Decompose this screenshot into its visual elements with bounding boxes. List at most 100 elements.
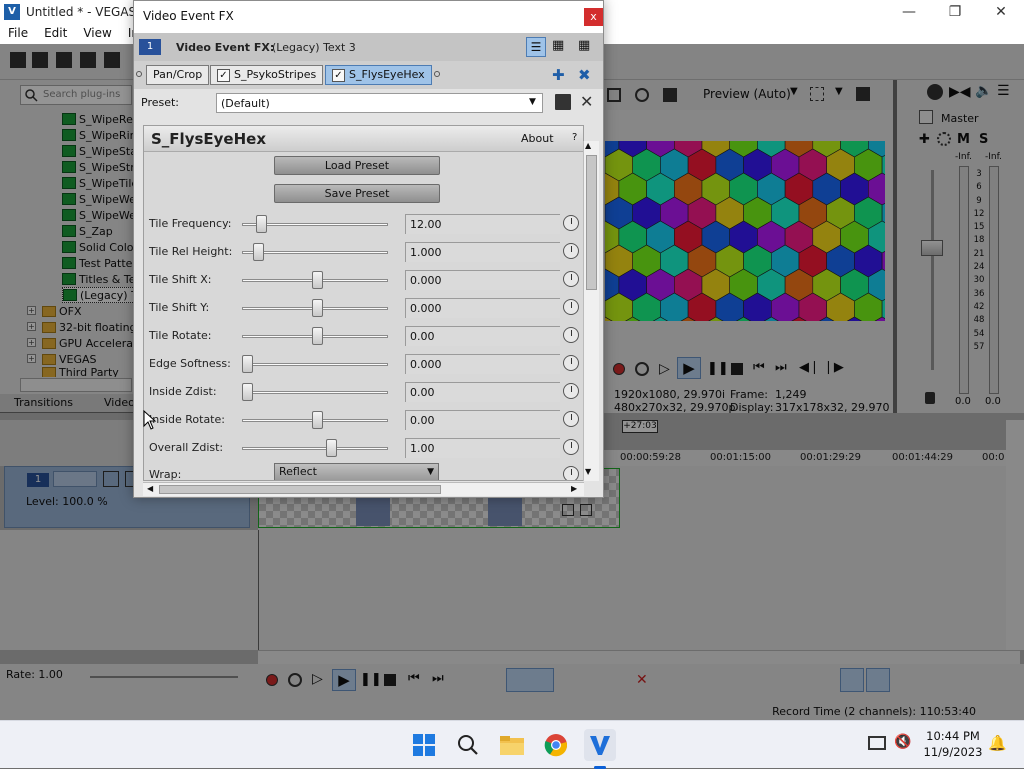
param-label: Tile Shift X: [149,273,212,286]
param-label: Tile Rel Height: [149,245,233,258]
inside-zdist-slider-thumb[interactable] [242,383,253,401]
inside-zdist-slider-track[interactable] [242,391,388,394]
param-row: Tile Shift X: 0.000 [144,266,583,294]
window-title: Untitled * - VEGAS P [26,5,148,19]
keyframe-clock-icon[interactable] [563,327,579,343]
maximize-button[interactable]: ❐ [932,0,978,24]
keyframe-clock-icon[interactable] [563,243,579,259]
close-button[interactable]: x [584,8,603,26]
param-row: Edge Softness: 0.000 [144,350,583,378]
volume-muted-icon[interactable]: 🔇 [894,734,911,750]
display-icon[interactable] [868,736,886,750]
close-window-button[interactable]: ✕ [978,0,1024,24]
keyframe-clock-icon[interactable] [563,355,579,371]
remove-plugin-icon[interactable]: ✖ [578,66,591,84]
chain-chip-pan-crop[interactable]: Pan/Crop [146,65,210,85]
edge-softness-slider-thumb[interactable] [242,355,253,373]
menu-file[interactable]: File [0,24,36,40]
keyframe-clock-icon[interactable] [563,299,579,315]
tile-frequency-slider-thumb[interactable] [256,215,267,233]
keyframe-clock-icon[interactable] [563,411,579,427]
scroll-up-icon[interactable]: ▲ [585,141,591,150]
param-row: Inside Zdist: 0.00 [144,378,583,406]
tile-frequency-value-field[interactable]: 12.00 [405,214,560,234]
tile-rel-height-slider-thumb[interactable] [253,243,265,261]
keyframe-clock-icon[interactable] [563,271,579,287]
inside-zdist-value-field[interactable]: 0.00 [405,382,560,402]
mouse-cursor-icon [143,410,157,430]
preset-dropdown[interactable]: (Default) ▼ [216,93,543,113]
overall-zdist-slider-track[interactable] [242,447,388,450]
wrap-label: Wrap: [149,468,182,481]
load-preset-button[interactable]: Load Preset [274,156,440,175]
param-row: Tile Rotate: 0.00 [144,322,583,350]
param-label: Inside Zdist: [149,385,217,398]
fx-header-value: (Legacy) Text 3 [272,41,356,54]
notification-bell-icon[interactable]: 🔔 [988,734,1007,752]
menu-edit[interactable]: Edit [36,24,75,40]
list-view-icon[interactable]: ☰ [526,37,546,57]
about-link[interactable]: About [521,132,554,145]
scroll-right-icon[interactable]: ▶ [571,484,577,493]
param-row: Tile Rel Height: 1.000 [144,238,583,266]
chain-chip-flyseyehex[interactable]: ✓ S_FlysEyeHex [325,65,432,85]
file-explorer-icon[interactable] [496,729,528,761]
minimize-button[interactable]: — [886,0,932,24]
start-icon[interactable] [408,729,440,761]
scrollbar-thumb[interactable] [586,155,597,290]
save-preset-icon[interactable] [555,94,571,110]
param-row: Inside Rotate: 0.00 [144,406,583,434]
plugin-name: S_FlysEyeHex [151,130,266,148]
edge-softness-value-field[interactable]: 0.000 [405,354,560,374]
dialog-title-bar[interactable]: Video Event FX x [134,1,603,33]
delete-preset-icon[interactable]: ✕ [580,92,593,111]
dialog-title: Video Event FX [143,9,234,23]
tile-shift-x-value-field[interactable]: 0.000 [405,270,560,290]
inside-rotate-value-field[interactable]: 0.00 [405,410,560,430]
param-row: Overall Zdist: 1.00 [144,434,583,462]
tile-shift-y-slider-thumb[interactable] [312,299,323,317]
tile-view-icon[interactable]: ▦ [578,38,590,53]
overall-zdist-slider-thumb[interactable] [326,439,337,457]
enable-checkbox[interactable]: ✓ [332,68,345,82]
clock-date: 11/9/2023 [923,745,983,759]
chrome-icon[interactable] [540,729,572,761]
menu-view[interactable]: View [75,24,119,40]
clock-time: 10:44 PM [926,729,980,743]
chain-chip-psykostripes[interactable]: ✓ S_PsykoStripes [210,65,324,85]
keyframe-clock-icon[interactable] [563,383,579,399]
system-clock[interactable]: 10:44 PM 11/9/2023 [918,728,988,760]
tile-rotate-value-field[interactable]: 0.00 [405,326,560,346]
inside-rotate-slider-thumb[interactable] [312,411,323,429]
grid-view-icon[interactable]: ▦ [552,38,564,53]
scroll-left-icon[interactable]: ◀ [147,484,153,493]
tile-shift-y-value-field[interactable]: 0.000 [405,298,560,318]
keyframe-clock-icon[interactable] [563,215,579,231]
fx-header: 1 Video Event FX: (Legacy) Text 3 ☰ ▦ ▦ [134,33,603,61]
tile-shift-x-slider-thumb[interactable] [312,271,323,289]
wrap-dropdown[interactable]: Reflect ▼ [274,463,439,480]
overall-zdist-value-field[interactable]: 1.00 [405,438,560,458]
param-label: Tile Rotate: [149,329,212,342]
search-icon[interactable] [452,729,484,761]
save-preset-button[interactable]: Save Preset [274,184,440,203]
enable-checkbox[interactable]: ✓ [217,68,230,82]
vegas-taskbar-icon[interactable] [584,729,616,761]
plugin-header: S_FlysEyeHex About ? [144,126,583,152]
keyframe-clock-icon[interactable] [563,439,579,455]
preset-label: Preset: [141,96,180,109]
param-label: Overall Zdist: [149,441,224,454]
param-row-wrap: Wrap: Reflect ▼ [144,461,583,481]
plugin-hscrollbar[interactable]: ◀ ▶ [143,482,584,496]
scroll-down-icon[interactable]: ▼ [585,467,591,476]
preset-row: Preset: (Default) ▼ ✕ [134,89,603,117]
plugin-chain-icon[interactable]: ✚ [552,66,565,84]
keyframe-clock-icon[interactable] [563,466,579,480]
edge-softness-slider-track[interactable] [242,363,388,366]
fx-chain: Pan/Crop ✓ S_PsykoStripes ✓ S_FlysEyeHex ✚… [134,61,603,89]
scrollbar-thumb[interactable] [159,485,441,494]
plugin-vscrollbar[interactable]: ▲ ▼ [583,141,599,481]
help-button[interactable]: ? [572,132,577,143]
tile-rel-height-value-field[interactable]: 1.000 [405,242,560,262]
tile-rotate-slider-thumb[interactable] [312,327,323,345]
